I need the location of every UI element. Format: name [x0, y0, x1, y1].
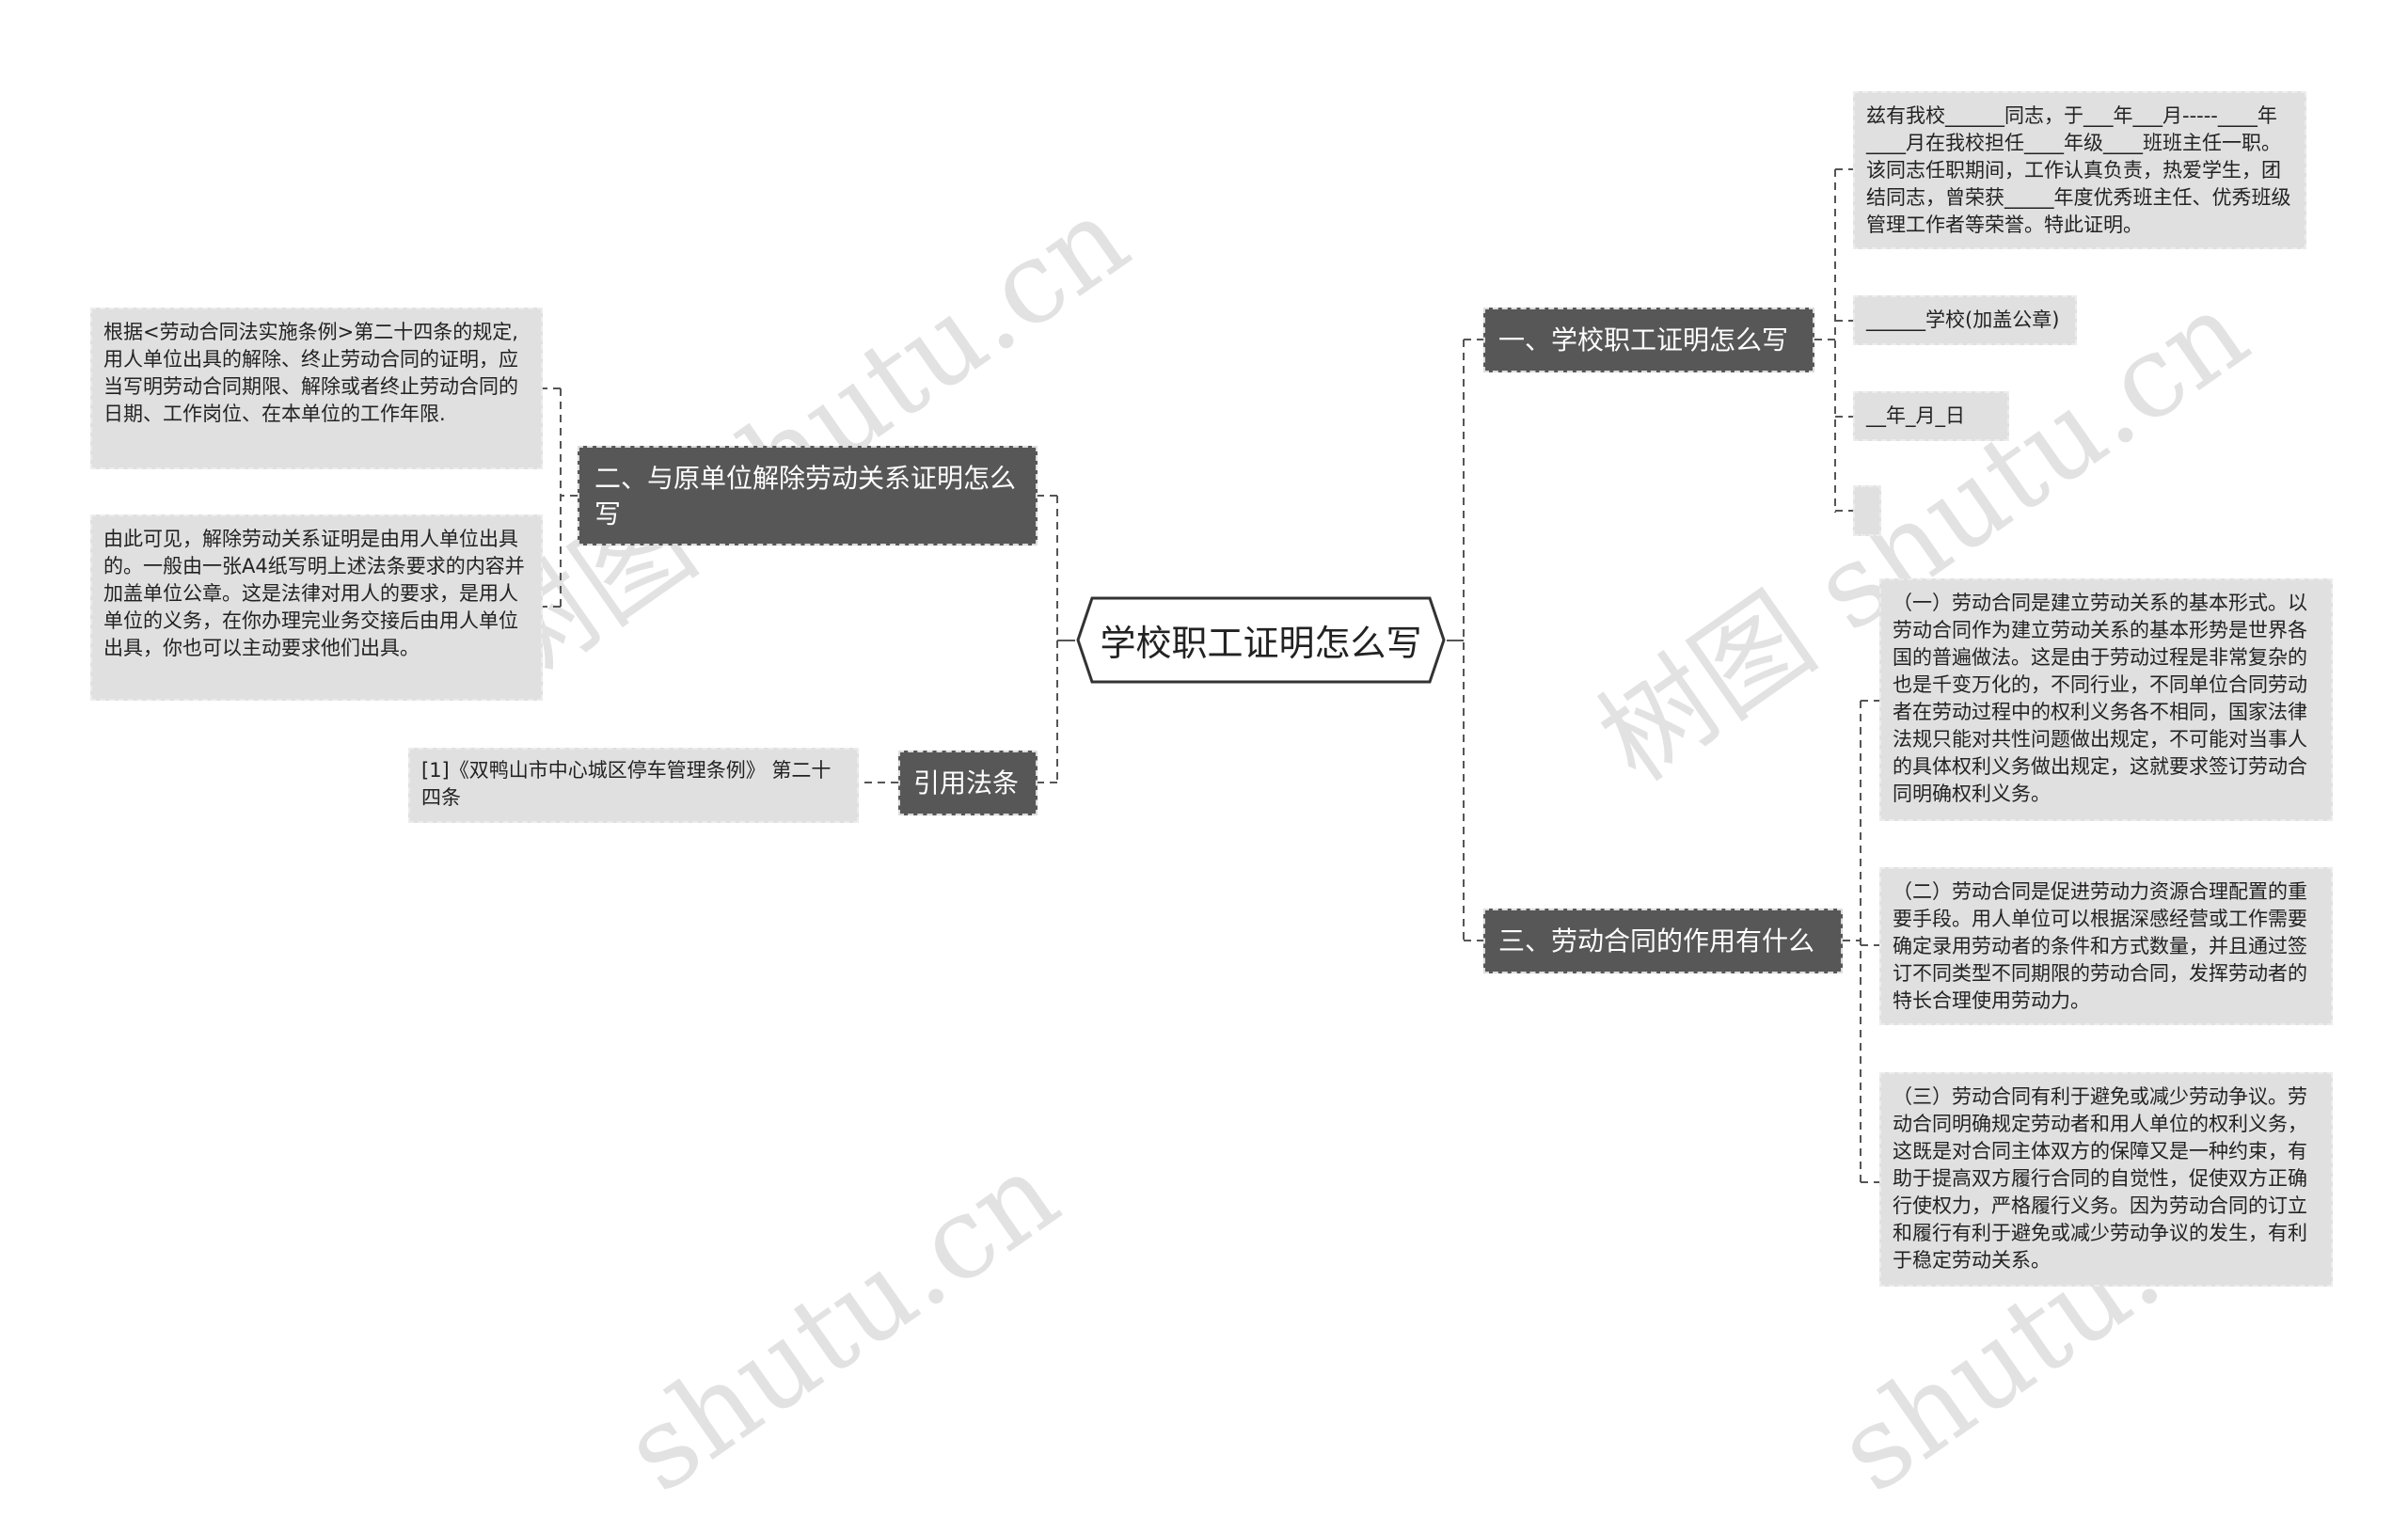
leaf-date[interactable]: __年_月_日 [1853, 391, 2009, 441]
leaf-text: （一）劳动合同是建立劳动关系的基本形式。以劳动合同作为建立劳动关系的基本形势是世… [1893, 592, 2307, 805]
leaf-empty[interactable] [1853, 485, 1881, 536]
leaf-certificate-body[interactable]: 兹有我校______同志，于___年___月-----____年____月在我校… [1853, 91, 2306, 249]
central-topic[interactable]: 学校职工证明怎么写 [1075, 595, 1447, 685]
topic-label: 三、劳动合同的作用有什么 [1498, 925, 1815, 957]
branch-topic-citation[interactable]: 引用法条 [898, 751, 1038, 815]
leaf-termination-explanation[interactable]: 由此可见，解除劳动关系证明是由用人单位出具的。一般由一张A4纸写明上述法条要求的… [90, 514, 543, 701]
leaf-contract-point-2[interactable]: （二）劳动合同是促进劳动力资源合理配置的重要手段。用人单位可以根据深感经营或工作… [1879, 867, 2333, 1025]
leaf-school-seal[interactable]: ______学校(加盖公章) [1853, 295, 2077, 345]
leaf-text: 根据<劳动合同法实施条例>第二十四条的规定,用人单位出具的解除、终止劳动合同的证… [103, 321, 518, 425]
leaf-text: 兹有我校______同志，于___年___月-----____年____月在我校… [1866, 104, 2291, 236]
leaf-termination-law[interactable]: 根据<劳动合同法实施条例>第二十四条的规定,用人单位出具的解除、终止劳动合同的证… [90, 308, 543, 469]
branch-topic-contract-role[interactable]: 三、劳动合同的作用有什么 [1483, 909, 1843, 973]
leaf-text: __年_月_日 [1866, 404, 1965, 427]
leaf-contract-point-1[interactable]: （一）劳动合同是建立劳动关系的基本形式。以劳动合同作为建立劳动关系的基本形势是世… [1879, 578, 2333, 821]
topic-label: 一、学校职工证明怎么写 [1498, 324, 1789, 356]
central-topic-label: 学校职工证明怎么写 [1100, 623, 1422, 664]
leaf-text: 由此可见，解除劳动关系证明是由用人单位出具的。一般由一张A4纸写明上述法条要求的… [103, 528, 525, 659]
leaf-contract-point-3[interactable]: （三）劳动合同有利于避免或减少劳动争议。劳动合同明确规定劳动者和用人单位的权利义… [1879, 1072, 2333, 1287]
leaf-text: （三）劳动合同有利于避免或减少劳动争议。劳动合同明确规定劳动者和用人单位的权利义… [1893, 1085, 2307, 1272]
topic-label: 二、与原单位解除劳动关系证明怎么写 [594, 463, 1017, 530]
leaf-citation[interactable]: [1]《双鸭山市中心城区停车管理条例》 第二十四条 [408, 748, 859, 823]
leaf-text: ______学校(加盖公章) [1866, 308, 2060, 331]
leaf-text: （二）劳动合同是促进劳动力资源合理配置的重要手段。用人单位可以根据深感经营或工作… [1893, 880, 2307, 1012]
branch-topic-school-certificate[interactable]: 一、学校职工证明怎么写 [1483, 308, 1814, 372]
branch-topic-termination-certificate[interactable]: 二、与原单位解除劳动关系证明怎么写 [578, 446, 1038, 546]
topic-label: 引用法条 [913, 767, 1020, 799]
leaf-text: [1]《双鸭山市中心城区停车管理条例》 第二十四条 [421, 759, 832, 809]
